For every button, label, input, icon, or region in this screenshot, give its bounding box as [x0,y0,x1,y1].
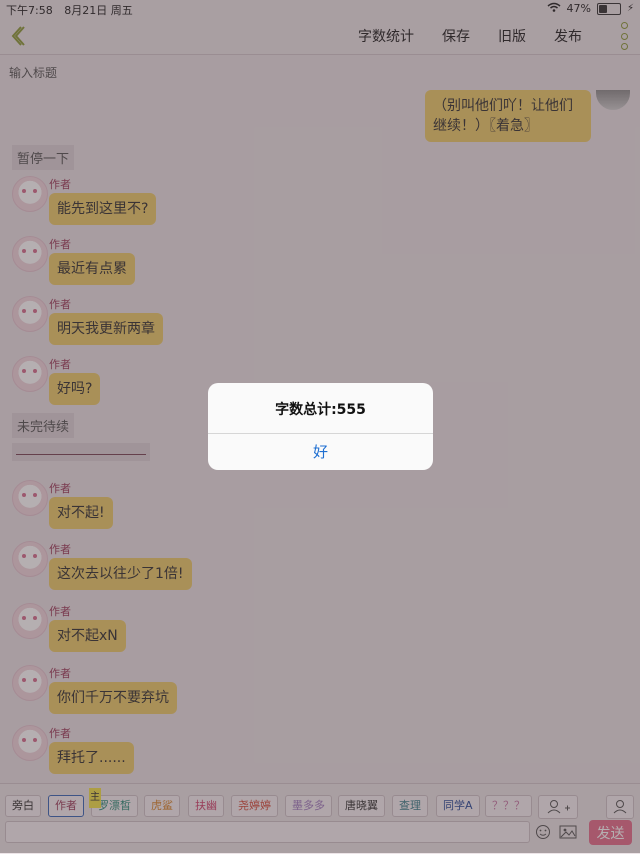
modal-overlay: 字数总计:555 好 [0,0,640,853]
dialog-title: 字数总计:555 [275,402,366,418]
dialog-ok-button[interactable]: 好 [208,434,433,470]
word-count-dialog: 字数总计:555 好 [208,383,433,470]
